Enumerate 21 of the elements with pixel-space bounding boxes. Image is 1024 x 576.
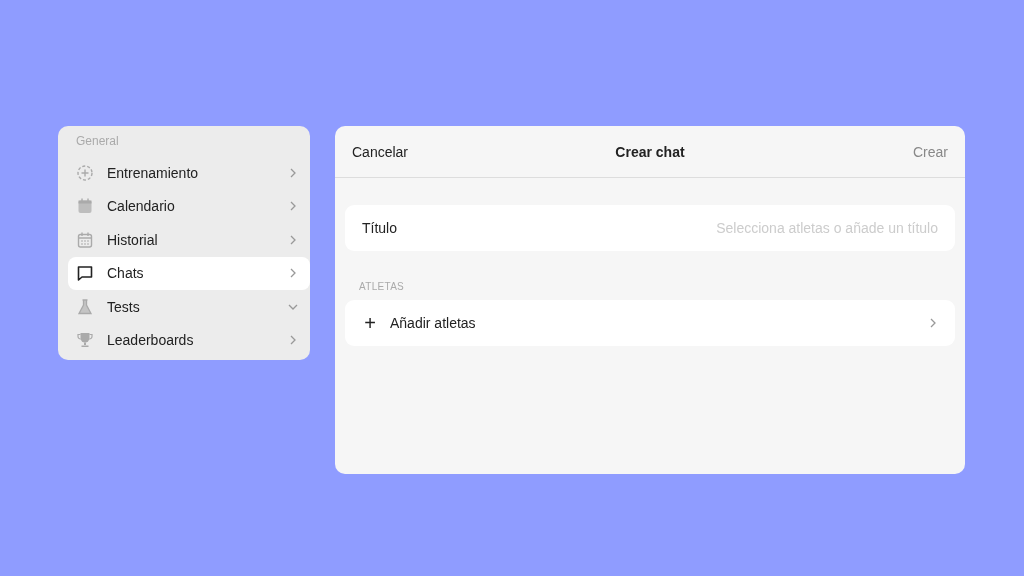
row-label: Añadir atletas — [390, 315, 477, 331]
sidebar-item[interactable]: Historial — [68, 223, 310, 257]
chat-bubble-icon — [76, 264, 94, 283]
sidebar-item[interactable]: Tests — [68, 290, 310, 324]
sidebar-item[interactable]: Entrenamiento — [68, 156, 310, 190]
field-label: Título — [362, 220, 397, 236]
add-athletes-row[interactable]: + Añadir atletas — [345, 300, 955, 346]
cancel-button[interactable]: Cancelar — [352, 143, 409, 160]
sidebar-item[interactable]: Chats — [68, 256, 310, 290]
calendar-icon — [76, 197, 94, 216]
calendar-icon — [76, 230, 94, 249]
sidebar-item[interactable]: Calendario — [68, 189, 310, 223]
trophy-icon — [76, 331, 94, 350]
chevron-right-icon — [928, 318, 938, 328]
sidebar-item[interactable]: Leaderboards — [68, 323, 310, 357]
dialog-title: Crear chat — [615, 143, 685, 160]
plus-icon: + — [362, 311, 378, 335]
flask-icon — [76, 297, 94, 316]
section-header: General — [75, 134, 120, 150]
plus-circle-icon — [76, 163, 94, 182]
section-header: ATLETAS — [358, 280, 406, 294]
